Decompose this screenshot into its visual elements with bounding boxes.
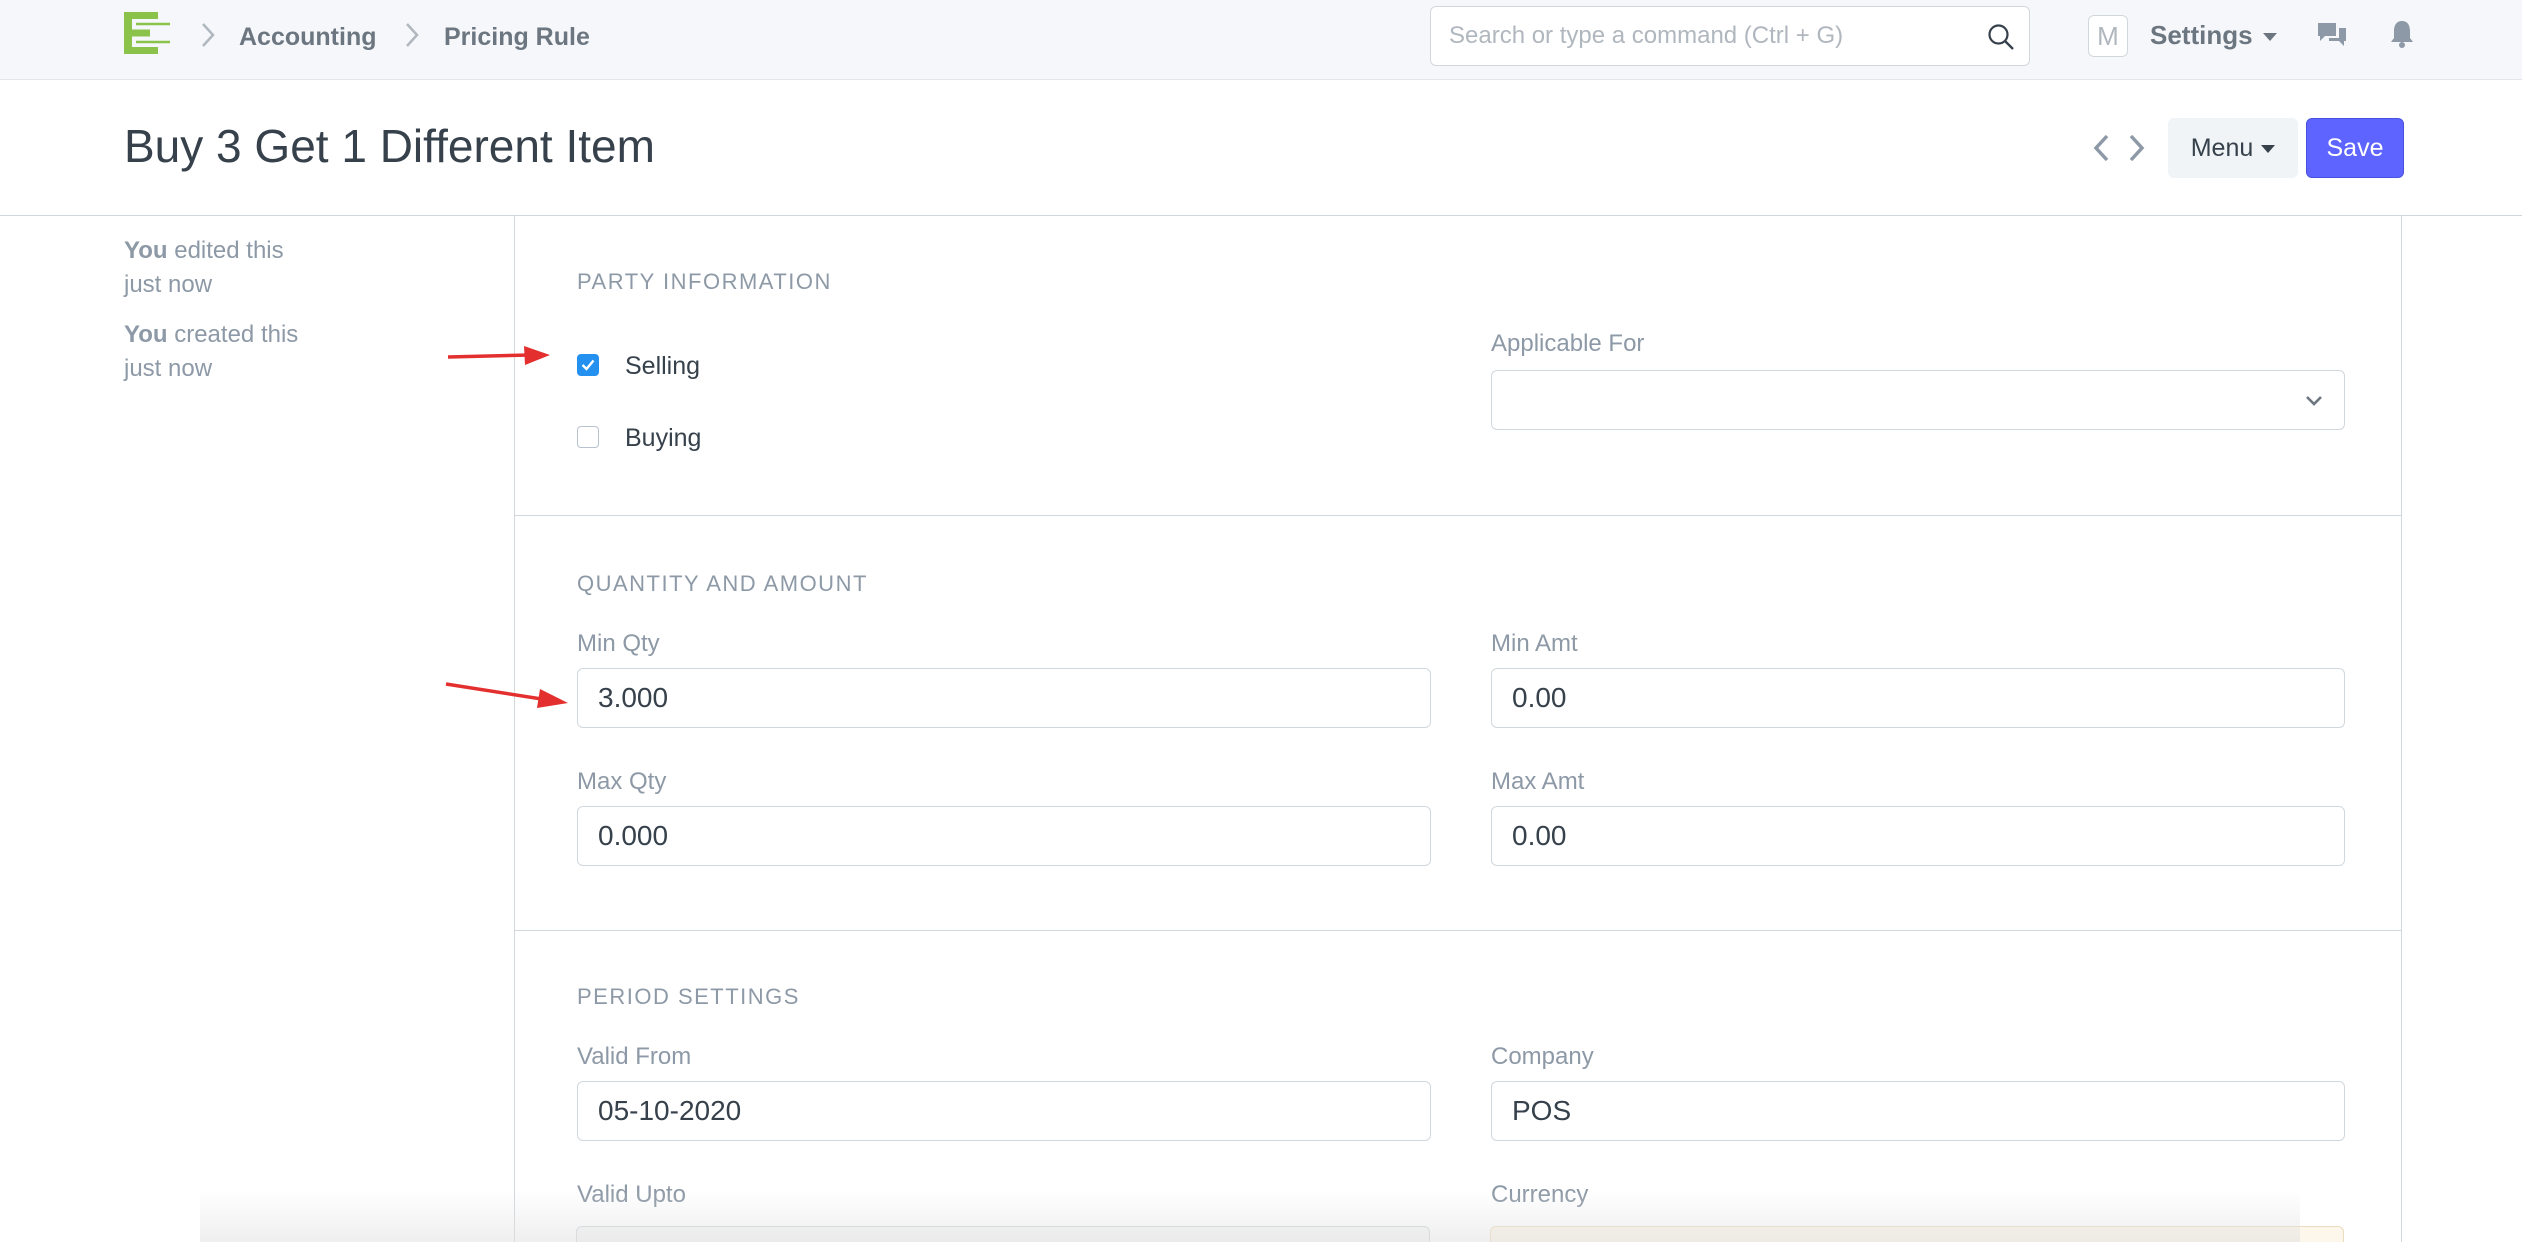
caret-down-icon [2261,144,2276,153]
applicable-for-label: Applicable For [1491,330,1645,357]
timeline-item: You created this just now [124,318,344,386]
applicable-for-input[interactable] [1512,371,2322,429]
buying-checkbox[interactable] [577,426,599,448]
valid-upto-field[interactable] [576,1226,1430,1242]
currency-field[interactable] [1490,1226,2344,1242]
min-qty-input[interactable] [598,669,1408,727]
company-input[interactable] [1512,1082,2322,1140]
avatar[interactable]: M [2088,15,2128,57]
timeline-actor: You [124,321,168,348]
timeline-actor: You [124,237,168,264]
selling-label: Selling [625,352,701,380]
save-button[interactable]: Save [2306,118,2404,178]
timeline: You edited this just now You created thi… [124,234,344,402]
min-amt-field[interactable] [1491,668,2345,728]
timeline-action: created this [174,321,299,348]
settings-label: Settings [2150,20,2253,50]
valid-from-label: Valid From [577,1043,692,1070]
currency-label: Currency [1491,1181,1589,1208]
valid-upto-label: Valid Upto [577,1181,686,1208]
max-qty-label: Max Qty [577,768,667,795]
search-box[interactable] [1430,6,2030,66]
buying-label: Buying [625,424,702,452]
bell-icon[interactable] [2388,18,2416,50]
page-head: Buy 3 Get 1 Different Item Menu [0,80,2522,216]
caret-down-icon [2262,33,2277,42]
previous-record-icon[interactable] [2090,132,2114,164]
max-qty-input[interactable] [598,807,1408,865]
max-amt-field[interactable] [1491,806,2345,866]
section-title: PARTY INFORMATION [577,269,832,294]
company-label: Company [1491,1043,1594,1070]
navbar: Accounting Pricing Rule M Settings [0,0,2522,80]
valid-from-input[interactable] [598,1082,1408,1140]
min-qty-label: Min Qty [577,630,660,657]
chevron-down-icon [2306,396,2322,406]
section-period-settings: PERIOD SETTINGS Valid From Company Valid… [515,931,2401,1242]
checkmark-icon [581,359,595,371]
max-amt-input[interactable] [1512,807,2322,865]
page-title: Buy 3 Get 1 Different Item [124,120,655,172]
timeline-time: just now [124,271,213,298]
settings-dropdown[interactable]: Settings [2150,20,2277,50]
section-quantity-and-amount: QUANTITY AND AMOUNT Min Qty Min Amt Max … [515,516,2401,931]
search-icon[interactable] [1987,23,2015,51]
valid-from-field[interactable] [577,1081,1431,1141]
min-amt-label: Min Amt [1491,630,1578,657]
max-amt-label: Max Amt [1491,768,1585,795]
breadcrumb-accounting[interactable]: Accounting [239,22,377,52]
company-field[interactable] [1491,1081,2345,1141]
breadcrumb-pricing-rule[interactable]: Pricing Rule [444,22,590,52]
breadcrumb-chevron-icon [202,23,215,47]
breadcrumb-chevron-icon [406,23,419,47]
section-party-information: PARTY INFORMATION Selling Buying Applica… [515,216,2401,516]
erpnext-logo-icon[interactable] [122,10,174,56]
max-qty-field[interactable] [577,806,1431,866]
section-title: PERIOD SETTINGS [577,984,800,1009]
annotation-arrow-icon [447,346,550,365]
chat-icon[interactable] [2316,20,2348,50]
selling-checkbox[interactable] [577,354,599,376]
search-input[interactable] [1449,7,1979,65]
next-record-icon[interactable] [2124,132,2148,164]
annotation-arrow-icon [445,682,568,708]
section-title: QUANTITY AND AMOUNT [577,571,868,596]
applicable-for-select[interactable] [1491,370,2345,430]
form-layout: PARTY INFORMATION Selling Buying Applica… [514,216,2402,1242]
min-amt-input[interactable] [1512,669,2322,727]
min-qty-field[interactable] [577,668,1431,728]
timeline-item: You edited this just now [124,234,344,302]
menu-button[interactable]: Menu [2168,118,2298,178]
menu-label: Menu [2190,133,2254,162]
timeline-action: edited this [174,237,284,264]
timeline-time: just now [124,355,213,382]
